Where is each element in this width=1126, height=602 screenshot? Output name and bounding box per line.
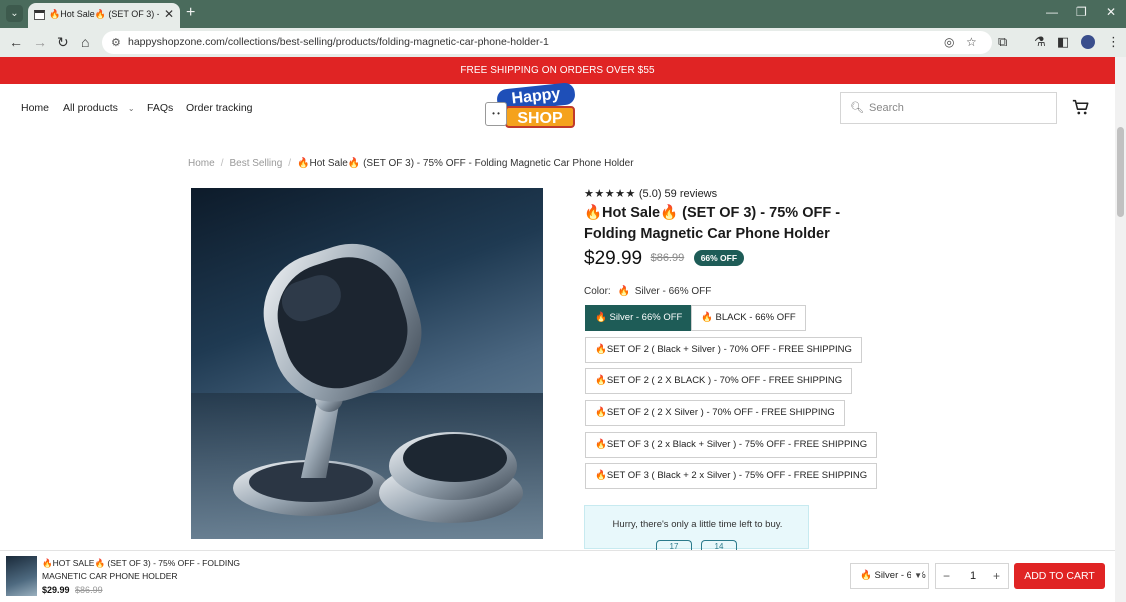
breadcrumb: Home / Best Selling / 🔥Hot Sale🔥 (SET OF 3) … bbox=[188, 158, 634, 169]
chevron-down-icon: ⌄ bbox=[127, 104, 135, 113]
sticky-add-to-cart-bar: 🔥HOT SALE🔥 (SET OF 3) - 75% OFF - FOLDIN… bbox=[0, 550, 1115, 602]
extensions-icon[interactable]: ⧉ bbox=[998, 34, 1007, 50]
product-image[interactable] bbox=[191, 188, 543, 539]
back-icon[interactable]: ← bbox=[9, 34, 23, 50]
search-box[interactable]: 🔍︎ bbox=[840, 92, 1057, 124]
add-to-cart-button[interactable]: ADD TO CART bbox=[1014, 563, 1105, 589]
dropdown-caret-icon: ▼ bbox=[911, 564, 922, 588]
product-price: $29.99 bbox=[584, 248, 643, 269]
discount-badge: 66% OFF bbox=[693, 250, 745, 266]
flame-icon: 🔥 bbox=[595, 344, 607, 355]
page-scrollbar[interactable] bbox=[1115, 57, 1126, 602]
restore-button[interactable]: ❐ bbox=[1076, 5, 1087, 19]
variant-option-silver[interactable]: 🔥 Silver - 66% OFF bbox=[585, 305, 693, 331]
breadcrumb-current: 🔥Hot Sale🔥 (SET OF 3) - 75% OFF - Foldin… bbox=[297, 158, 634, 169]
sticky-variant-select[interactable]: 🔥 Silver - 66% OFF ▼ bbox=[850, 563, 929, 589]
address-bar[interactable]: ⚙ happyshopzone.com/collections/best-sel… bbox=[102, 31, 992, 54]
variant-label: SET OF 2 ( 2 X Silver ) - 70% OFF - FREE… bbox=[606, 407, 835, 418]
logo-shop-text: SHOP bbox=[505, 106, 575, 128]
reload-icon[interactable]: ↻ bbox=[57, 34, 69, 51]
nav-all-products-label: All products bbox=[63, 102, 118, 114]
nav-home[interactable]: Home bbox=[21, 102, 49, 114]
nav-all-products[interactable]: All products ⌄ bbox=[63, 102, 135, 114]
variant-label: SET OF 2 ( Black + Silver ) - 70% OFF - … bbox=[606, 344, 852, 355]
phone-holder-illustration bbox=[191, 243, 543, 539]
variant-option-black[interactable]: 🔥 BLACK - 66% OFF bbox=[691, 305, 806, 331]
site-info-icon[interactable]: ⚙ bbox=[111, 36, 121, 49]
breadcrumb-separator: / bbox=[288, 158, 292, 169]
flame-icon: 🔥 bbox=[617, 286, 630, 297]
variant-label: Silver - 66% OFF bbox=[609, 312, 683, 323]
tracking-protection-icon[interactable]: ◎ bbox=[944, 35, 954, 49]
tab-close-icon[interactable]: ✕ bbox=[164, 7, 174, 21]
tab-search-button[interactable]: ⌄ bbox=[6, 5, 23, 22]
variant-option-set2-silver[interactable]: 🔥SET OF 2 ( 2 X Silver ) - 70% OFF - FRE… bbox=[585, 400, 845, 426]
cart-icon[interactable] bbox=[1072, 99, 1089, 116]
flame-icon: 🔥 bbox=[595, 439, 607, 450]
favicon-icon bbox=[34, 10, 45, 20]
menu-icon[interactable]: ⋮ bbox=[1107, 34, 1120, 50]
close-window-button[interactable]: ✕ bbox=[1106, 5, 1116, 19]
compare-price: $86.99 bbox=[650, 252, 685, 264]
sticky-price-row: $29.99 $86.99 bbox=[42, 585, 103, 595]
browser-tab-bar: ⌄ 🔥Hot Sale🔥 (SET OF 3) - 75% OFF ✕ + — … bbox=[0, 0, 1126, 28]
price-row: $29.99 $86.99 66% OFF bbox=[584, 248, 745, 272]
sticky-product-title: 🔥HOT SALE🔥 (SET OF 3) - 75% OFF - FOLDIN… bbox=[42, 558, 240, 581]
tab-title: 🔥Hot Sale🔥 (SET OF 3) - 75% OFF bbox=[49, 9, 159, 19]
variant-label: SET OF 3 ( 2 x Black + Silver ) - 75% OF… bbox=[606, 439, 868, 450]
forward-icon[interactable]: → bbox=[33, 34, 47, 50]
breadcrumb-separator: / bbox=[220, 158, 224, 169]
sticky-compare-price: $86.99 bbox=[75, 585, 103, 595]
sticky-product-thumbnail bbox=[6, 556, 37, 596]
side-panel-icon[interactable]: ◧ bbox=[1057, 34, 1069, 50]
breadcrumb-home[interactable]: Home bbox=[188, 158, 215, 169]
breadcrumb-collection[interactable]: Best Selling bbox=[229, 158, 282, 169]
flame-icon: 🔥 bbox=[701, 312, 713, 323]
color-label-text: Color: bbox=[584, 286, 611, 297]
flame-icon: 🔥 bbox=[595, 375, 607, 386]
rating-text: (5.0) 59 reviews bbox=[638, 188, 718, 200]
nav-order-tracking[interactable]: Order tracking bbox=[186, 102, 253, 114]
flame-icon: 🔥 bbox=[595, 407, 607, 418]
flame-icon: 🔥 bbox=[860, 570, 872, 581]
quantity-increase-button[interactable]: + bbox=[993, 569, 1000, 583]
browser-toolbar: ← → ↻ ⌂ ⚙ happyshopzone.com/collections/… bbox=[0, 28, 1126, 57]
color-selected-value: Silver - 66% OFF bbox=[634, 286, 712, 297]
site-logo[interactable]: Happy SHOP • • bbox=[483, 81, 579, 130]
product-rating[interactable]: ★★★★★ (5.0) 59 reviews bbox=[584, 187, 717, 200]
url-text[interactable]: happyshopzone.com/collections/best-selli… bbox=[128, 36, 549, 48]
search-icon: 🔍︎ bbox=[850, 102, 864, 114]
flame-icon: 🔥 bbox=[595, 312, 607, 323]
labs-icon[interactable]: ⚗ bbox=[1034, 34, 1046, 50]
variant-label: SET OF 3 ( Black + 2 x Silver ) - 75% OF… bbox=[606, 470, 868, 481]
nav-faqs[interactable]: FAQs bbox=[147, 102, 173, 114]
quantity-stepper[interactable]: − 1 + bbox=[935, 563, 1009, 589]
new-tab-button[interactable]: + bbox=[186, 4, 195, 22]
search-input[interactable] bbox=[869, 100, 1049, 116]
rating-stars-icon: ★★★★★ bbox=[584, 188, 636, 200]
logo-bag-icon: • • bbox=[485, 102, 507, 126]
home-icon[interactable]: ⌂ bbox=[81, 34, 89, 50]
variant-option-set3-black-silver[interactable]: 🔥SET OF 3 ( 2 x Black + Silver ) - 75% O… bbox=[585, 432, 878, 458]
variant-label: SET OF 2 ( 2 X BLACK ) - 70% OFF - FREE … bbox=[606, 375, 843, 386]
bookmark-star-icon[interactable]: ☆ bbox=[966, 35, 977, 49]
urgency-text: Hurry, there's only a little time left t… bbox=[612, 519, 783, 530]
flame-icon: 🔥 bbox=[595, 470, 607, 481]
browser-tab[interactable]: 🔥Hot Sale🔥 (SET OF 3) - 75% OFF ✕ bbox=[28, 3, 180, 28]
minimize-button[interactable]: — bbox=[1046, 5, 1058, 19]
variant-option-set3-silver[interactable]: 🔥SET OF 3 ( Black + 2 x Silver ) - 75% O… bbox=[585, 463, 878, 489]
profile-avatar[interactable] bbox=[1081, 35, 1095, 49]
color-option-label: Color: 🔥 Silver - 66% OFF bbox=[584, 286, 711, 297]
urgency-box: Hurry, there's only a little time left t… bbox=[584, 505, 809, 554]
variant-option-set2-black[interactable]: 🔥SET OF 2 ( 2 X BLACK ) - 70% OFF - FREE… bbox=[585, 368, 853, 394]
announcement-bar: FREE SHIPPING ON ORDERS OVER $55 bbox=[0, 57, 1115, 84]
product-title: 🔥Hot Sale🔥 (SET OF 3) - 75% OFF - Foldin… bbox=[584, 205, 841, 242]
sticky-price: $29.99 bbox=[42, 585, 70, 595]
scrollbar-thumb[interactable] bbox=[1117, 127, 1124, 217]
variant-option-set2-black-silver[interactable]: 🔥SET OF 2 ( Black + Silver ) - 70% OFF -… bbox=[585, 337, 862, 363]
variant-label: BLACK - 66% OFF bbox=[715, 312, 796, 323]
